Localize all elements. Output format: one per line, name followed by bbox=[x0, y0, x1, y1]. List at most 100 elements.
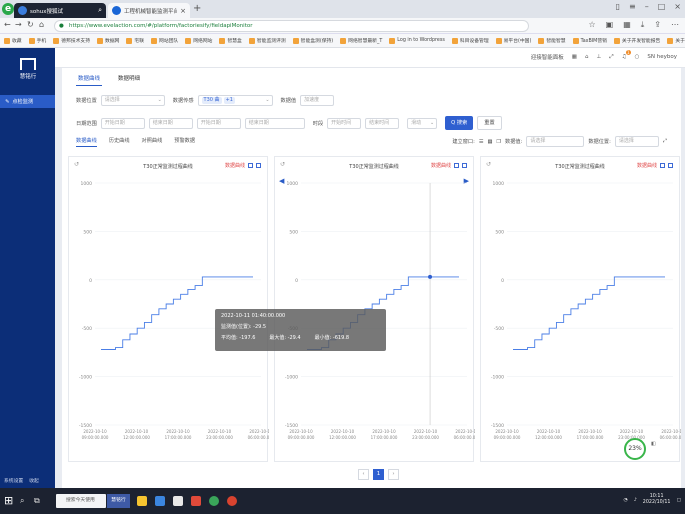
value-select[interactable]: 加速度 bbox=[300, 95, 335, 106]
reload-icon[interactable]: ↻ bbox=[27, 20, 34, 29]
account-name[interactable]: SN heyboy bbox=[647, 54, 677, 60]
start-date-input-2[interactable]: 开始日期 bbox=[196, 117, 241, 129]
end-date-input-2[interactable]: 结束日期 bbox=[244, 117, 305, 129]
file-explorer-icon[interactable] bbox=[137, 496, 147, 506]
current-page-button[interactable]: 1 bbox=[373, 469, 384, 480]
address-bar[interactable]: ● https://www.evelaction.com/#/platform/… bbox=[54, 20, 529, 32]
tab-data-detail[interactable]: 数据明细 bbox=[116, 71, 142, 86]
bookmark-item[interactable]: 宅联 bbox=[126, 37, 144, 44]
bookmark-item[interactable]: 科目设备管理 bbox=[451, 37, 489, 44]
location-select[interactable]: 请选择 ⌄ bbox=[100, 95, 165, 106]
copy-icon[interactable]: ❐ bbox=[496, 139, 501, 145]
interval-select[interactable]: 滑动 ⌄ bbox=[407, 117, 438, 129]
bookmark-item[interactable]: 智能盒测(保持) bbox=[292, 37, 333, 44]
split-icon[interactable]: ▣ bbox=[606, 20, 614, 30]
bookmark-item[interactable]: 收藏 bbox=[4, 37, 22, 44]
performance-gauge[interactable]: 23% bbox=[624, 438, 646, 460]
home-nav-icon[interactable]: ⌂ bbox=[585, 54, 589, 60]
back-icon[interactable]: ← bbox=[4, 20, 11, 29]
start-date-input[interactable]: 开始日期 bbox=[100, 117, 145, 129]
more-icon[interactable]: ⋯ bbox=[671, 20, 679, 30]
share-icon[interactable]: ⇪ bbox=[654, 20, 661, 30]
volume-icon[interactable]: ♪ bbox=[634, 498, 637, 503]
box-icon[interactable] bbox=[668, 163, 673, 168]
bell-icon[interactable]: ♫ 1 bbox=[622, 50, 631, 60]
grid-icon[interactable]: ▦ bbox=[572, 54, 577, 60]
tab-history[interactable]: 历史曲线 bbox=[109, 137, 130, 147]
position-select[interactable]: 请选择 bbox=[614, 136, 659, 147]
bookmark-item[interactable]: 智能智慧 bbox=[538, 37, 566, 44]
pin-icon[interactable]: ⊥ bbox=[596, 54, 601, 60]
fullscreen-icon[interactable]: ⤢ bbox=[663, 138, 667, 145]
time-to-select[interactable]: 结束时间 bbox=[365, 117, 400, 129]
extension-icon[interactable]: ▦ bbox=[623, 20, 631, 30]
windows-start-icon[interactable]: ⊞ bbox=[4, 495, 13, 507]
bookmark-item[interactable]: 网络网站 bbox=[185, 37, 212, 44]
tab-alert[interactable]: 预警数据 bbox=[174, 137, 195, 147]
collapse-link[interactable]: 收起 bbox=[29, 477, 39, 484]
header-user-label[interactable]: 迎接智能面板 bbox=[531, 53, 564, 61]
next-page-button[interactable]: › bbox=[388, 469, 399, 480]
prev-page-button[interactable]: ‹ bbox=[358, 469, 369, 480]
value-filter-select[interactable]: 请选择 bbox=[526, 136, 585, 147]
hover-point[interactable] bbox=[428, 274, 433, 279]
minimize-icon[interactable]: – bbox=[645, 2, 649, 11]
notepad-icon[interactable] bbox=[173, 496, 183, 506]
new-tab-icon[interactable]: + bbox=[193, 3, 201, 15]
box-icon[interactable] bbox=[660, 163, 665, 168]
bookmark-item[interactable]: 网站团队 bbox=[151, 37, 178, 44]
task-view-icon[interactable]: ⧉ bbox=[34, 496, 40, 506]
app-icon[interactable] bbox=[191, 496, 201, 506]
search-icon[interactable]: ⌕ bbox=[98, 6, 102, 15]
bookmark-item[interactable]: 智慧盒 bbox=[219, 37, 242, 44]
bookmark-item[interactable]: 网络智慧最新_T bbox=[340, 37, 382, 44]
edge-icon[interactable] bbox=[155, 496, 165, 506]
sensor-select[interactable]: T30 曲 +1 ⌄ bbox=[197, 95, 273, 106]
menu-icon[interactable]: ≡ bbox=[629, 2, 636, 11]
taskbar-search-icon[interactable]: ⌕ bbox=[20, 496, 24, 506]
time-from-select[interactable]: 开始时间 bbox=[327, 117, 362, 129]
line-chart-3[interactable]: 10005000-500-1000-15002022-10-1009:00:00… bbox=[481, 175, 681, 461]
collection-icon[interactable]: ▯ bbox=[616, 2, 620, 11]
taskbar-active-app[interactable]: 慧铭行 bbox=[107, 494, 130, 508]
bookmark-item[interactable]: 智能监测评测 bbox=[248, 37, 286, 44]
bookmark-item[interactable]: 易平台(中国) bbox=[495, 37, 531, 44]
chart-data-link[interactable]: 数据曲线 bbox=[225, 162, 245, 169]
close-icon[interactable]: × bbox=[674, 2, 681, 11]
notification-center-icon[interactable]: ▢ bbox=[676, 498, 681, 503]
box-icon[interactable] bbox=[454, 163, 459, 168]
sidebar-item-monitor[interactable]: ✎ 点检监测 bbox=[0, 95, 55, 108]
brand[interactable]: 慧铭行 bbox=[12, 58, 44, 80]
expand-icon[interactable]: ⤢ bbox=[609, 54, 613, 61]
chart-data-link[interactable]: 数据曲线 bbox=[637, 162, 657, 169]
download-icon[interactable]: ⤓ bbox=[641, 20, 645, 30]
tab-page[interactable]: 工程机械智能监测平台 × bbox=[108, 3, 190, 18]
grid-view-icon[interactable]: ▦ bbox=[487, 139, 492, 145]
end-date-input[interactable]: 结束日期 bbox=[148, 117, 193, 129]
home-icon[interactable]: ⌂ bbox=[39, 20, 44, 29]
settings-link[interactable]: 系统设置 bbox=[4, 477, 23, 484]
chrome-icon[interactable] bbox=[209, 496, 219, 506]
box-icon[interactable] bbox=[462, 163, 467, 168]
sensor-chip[interactable]: T30 曲 bbox=[201, 97, 222, 104]
forward-icon[interactable]: → bbox=[15, 20, 22, 29]
chart-data-link[interactable]: 数据曲线 bbox=[431, 162, 451, 169]
list-view-icon[interactable]: ☰ bbox=[479, 139, 484, 145]
tab-curve[interactable]: 数据曲线 bbox=[76, 137, 97, 147]
bookmark-item[interactable]: Log in to Wordpress bbox=[389, 37, 445, 44]
search-button[interactable]: Q 搜索 bbox=[445, 116, 474, 130]
bookmark-item[interactable]: 德邦技术支持 bbox=[53, 37, 90, 44]
bookmark-item[interactable]: 数据网 bbox=[97, 37, 119, 44]
reset-button[interactable]: 重置 bbox=[477, 116, 502, 130]
close-tab-icon[interactable]: × bbox=[180, 7, 186, 15]
taskbar-search-input[interactable]: 搜索今天使用 bbox=[56, 494, 106, 508]
tab-data-curve[interactable]: 数据曲线 bbox=[76, 71, 103, 86]
tab-compare[interactable]: 对照曲线 bbox=[142, 137, 163, 147]
maximize-icon[interactable]: □ bbox=[658, 2, 666, 11]
bookmark-item[interactable]: TaxBIM营销 bbox=[572, 37, 607, 44]
bookmark-item[interactable]: 手机 bbox=[28, 37, 46, 44]
box-icon[interactable] bbox=[256, 163, 261, 168]
network-icon[interactable]: ◔ bbox=[624, 498, 628, 503]
tab-search[interactable]: sohux搜狐试 ⌕ bbox=[14, 3, 106, 18]
avatar[interactable]: ○ bbox=[635, 54, 640, 60]
